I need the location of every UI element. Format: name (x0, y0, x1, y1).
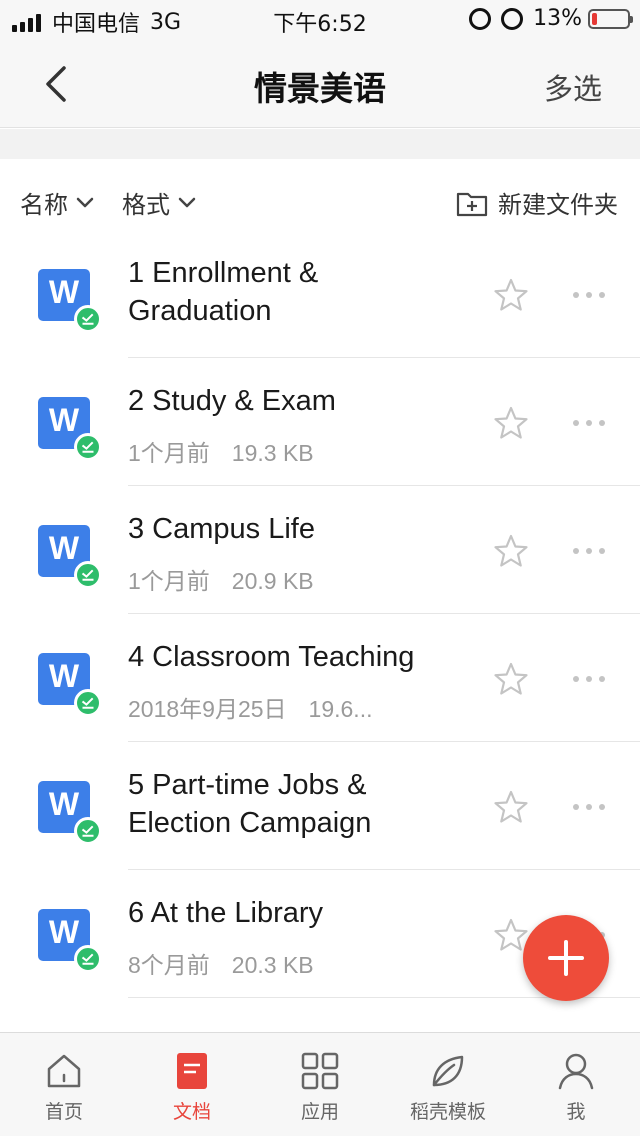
new-folder-icon (456, 192, 488, 216)
file-size: 19.3 KB (231, 440, 314, 466)
star-icon[interactable] (493, 789, 529, 825)
star-icon[interactable] (493, 533, 529, 569)
tab-label: 我 (566, 1101, 586, 1123)
file-title: 3 Campus Life (128, 513, 315, 545)
battery-icon (588, 8, 633, 29)
file-list: W 1 Enrollment & Graduation W 2 Study & … (0, 230, 640, 998)
synced-check-icon (74, 945, 102, 973)
synced-check-icon (74, 817, 102, 845)
file-title: 5 Part-time Jobs & (128, 769, 367, 801)
file-row[interactable]: W 1 Enrollment & Graduation (0, 230, 640, 358)
file-date: 8个月前 (128, 952, 210, 978)
tab-home[interactable]: 首页 (0, 1033, 128, 1136)
file-title: 6 At the Library (128, 897, 324, 929)
file-row[interactable]: W 5 Part-time Jobs & Election Campaign (0, 742, 640, 870)
tab-label: 稻壳模板 (409, 1101, 486, 1123)
file-meta: 8个月前 20.3 KB (128, 946, 314, 980)
star-icon[interactable] (493, 277, 529, 313)
new-folder-label: 新建文件夹 (498, 191, 618, 219)
file-title-line2: Graduation (128, 295, 272, 327)
tab-profile[interactable]: 我 (512, 1033, 640, 1136)
file-title: 4 Classroom Teaching (128, 641, 415, 673)
file-row[interactable]: W 4 Classroom Teaching 2018年9月25日 19.6... (0, 614, 640, 742)
star-icon[interactable] (493, 405, 529, 441)
file-title: 1 Enrollment & (128, 257, 319, 289)
file-meta: 1个月前 20.9 KB (128, 562, 314, 596)
sort-format-label: 格式 (122, 191, 170, 219)
file-meta: 2018年9月25日 19.6... (128, 690, 372, 724)
more-options-icon[interactable] (572, 674, 606, 684)
bottom-tab-bar: 首页 文档 应用 稻壳模板 我 (0, 1032, 640, 1136)
add-fab-button[interactable] (523, 915, 609, 1001)
tab-label: 应用 (300, 1101, 339, 1123)
file-title: 2 Study & Exam (128, 385, 336, 417)
multi-select-button[interactable]: 多选 (544, 66, 602, 108)
profile-icon (558, 1053, 594, 1090)
chevron-down-icon (178, 197, 196, 207)
leaf-icon (432, 1055, 464, 1087)
file-size: 20.3 KB (231, 952, 314, 978)
home-icon (47, 1054, 81, 1088)
new-folder-button[interactable]: 新建文件夹 (456, 185, 618, 220)
file-date: 1个月前 (128, 568, 210, 594)
more-options-icon[interactable] (572, 802, 606, 812)
rotation-lock-icon (501, 7, 524, 30)
more-options-icon[interactable] (572, 290, 606, 300)
file-title-line2: Election Campaign (128, 807, 372, 839)
tab-apps[interactable]: 应用 (256, 1033, 384, 1136)
file-meta: 1个月前 19.3 KB (128, 434, 314, 468)
file-row[interactable]: W 2 Study & Exam 1个月前 19.3 KB (0, 358, 640, 486)
alarm-icon (469, 7, 492, 30)
tab-label: 首页 (44, 1101, 83, 1123)
sort-name-label: 名称 (20, 191, 68, 219)
synced-check-icon (74, 689, 102, 717)
section-gap (0, 129, 640, 159)
file-row[interactable]: W 3 Campus Life 1个月前 20.9 KB (0, 486, 640, 614)
tab-label: 文档 (172, 1101, 211, 1123)
nav-bar: 情景美语 多选 (0, 40, 640, 128)
chevron-down-icon (76, 197, 94, 207)
document-icon (177, 1053, 207, 1089)
synced-check-icon (74, 561, 102, 589)
tab-templates[interactable]: 稻壳模板 (384, 1033, 512, 1136)
tab-documents[interactable]: 文档 (128, 1033, 256, 1136)
apps-icon (301, 1052, 339, 1090)
sort-format-button[interactable]: 格式 (122, 185, 196, 220)
battery-percent: 13% (533, 6, 582, 31)
more-options-icon[interactable] (572, 418, 606, 428)
more-options-icon[interactable] (572, 546, 606, 556)
synced-check-icon (74, 305, 102, 333)
synced-check-icon (74, 433, 102, 461)
file-size: 19.6... (308, 696, 373, 722)
status-bar: 中国电信 3G 下午6:52 13% (0, 0, 640, 40)
sort-name-button[interactable]: 名称 (20, 185, 94, 220)
file-size: 20.9 KB (231, 568, 314, 594)
file-date: 1个月前 (128, 440, 210, 466)
star-icon[interactable] (493, 661, 529, 697)
file-date: 2018年9月25日 (128, 696, 287, 722)
status-right: 13% (469, 6, 633, 31)
